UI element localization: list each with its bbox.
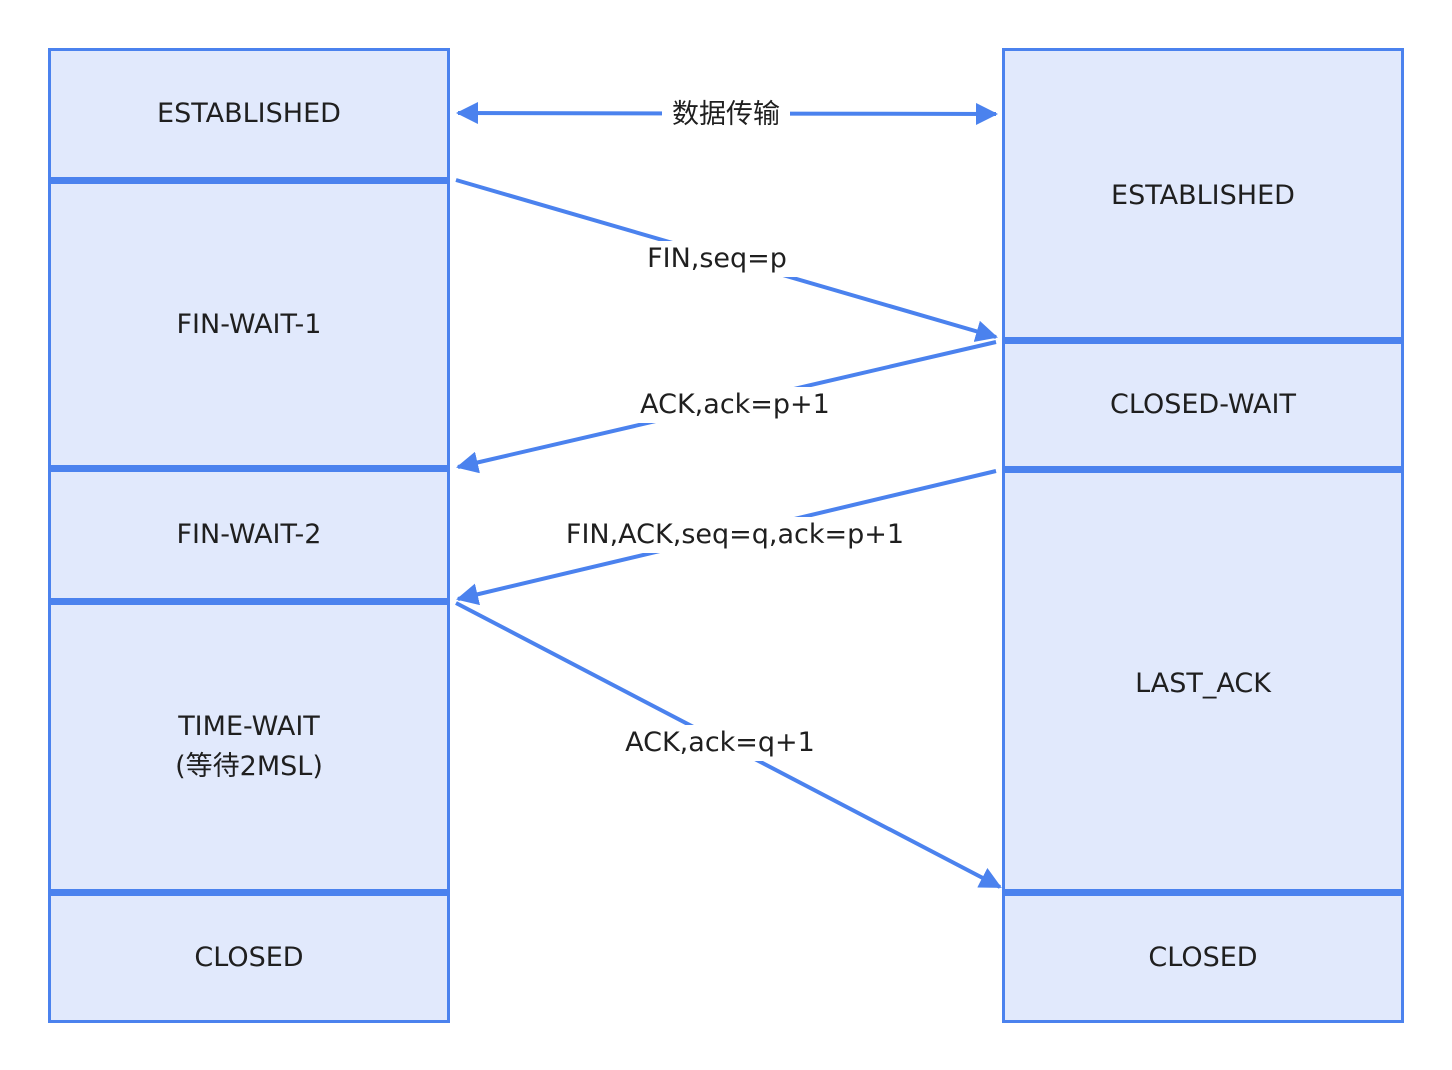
- fin-2-label: FIN,ACK,seq=q,ack=p+1: [555, 517, 915, 553]
- ack-1-label: ACK,ack=p+1: [630, 387, 840, 423]
- ack-2-label: ACK,ack=q+1: [615, 725, 825, 761]
- data-transfer-label: 数据传输: [662, 97, 790, 133]
- fin-1-label: FIN,seq=p: [637, 241, 797, 277]
